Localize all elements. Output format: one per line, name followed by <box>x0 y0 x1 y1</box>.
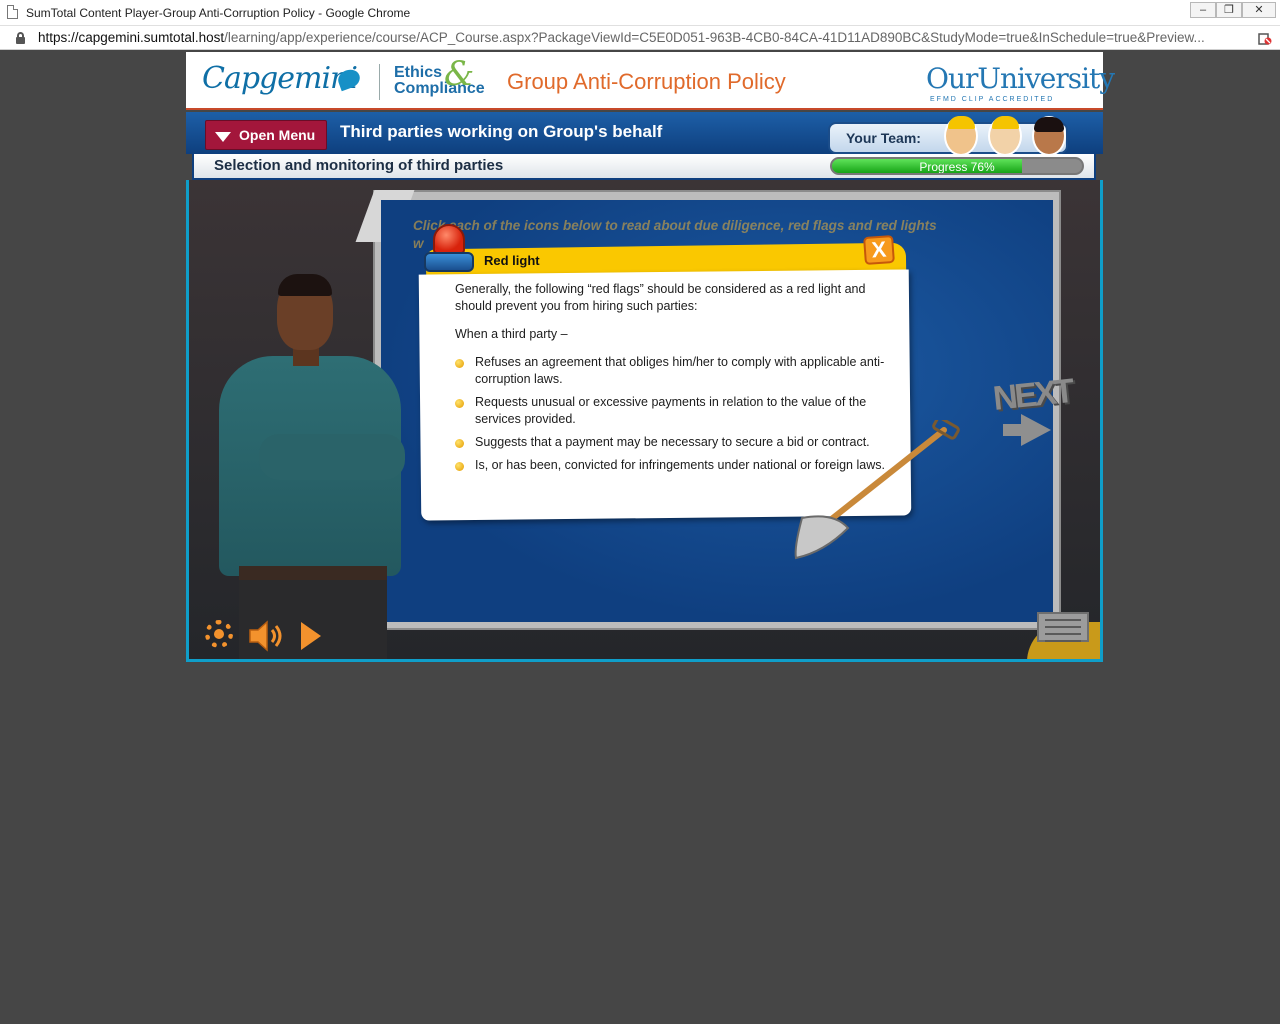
popup-title: Red light <box>484 253 540 268</box>
settings-gear-icon[interactable] <box>205 620 233 648</box>
list-item: Refuses an agreement that obliges him/he… <box>455 354 885 388</box>
board-instruction: Click each of the icons below to read ab… <box>413 218 937 233</box>
open-menu-label: Open Menu <box>239 127 316 143</box>
siren-icon <box>424 224 474 276</box>
course-nav-bar: Open Menu Third parties working on Group… <box>186 112 1103 156</box>
play-icon[interactable] <box>301 622 321 650</box>
url-host: https://capgemini.sumtotal.host <box>38 30 225 45</box>
presenter-arms <box>259 434 405 480</box>
progress-bar: Progress 76% <box>830 157 1084 175</box>
popup-intro: Generally, the following “red flags” sho… <box>455 282 866 313</box>
bullet-icon <box>455 462 464 471</box>
url-path: /learning/app/experience/course/ACP_Cour… <box>224 30 1205 45</box>
next-button[interactable]: NEXT <box>991 372 1073 419</box>
team-member-avatar[interactable] <box>944 116 978 156</box>
address-bar[interactable]: https://capgemini.sumtotal.host/learning… <box>0 26 1280 50</box>
open-menu-button[interactable]: Open Menu <box>205 120 327 150</box>
caret-down-icon <box>215 132 231 142</box>
notes-icon[interactable] <box>1037 612 1089 642</box>
team-member-avatar[interactable] <box>988 116 1022 156</box>
team-member-avatar[interactable] <box>1032 116 1066 156</box>
brand-header: Capgemini Ethics Compliance & Group Anti… <box>186 52 1115 110</box>
popup-lead: When a third party – <box>455 327 568 341</box>
url-text[interactable]: https://capgemini.sumtotal.host/learning… <box>38 30 1205 45</box>
presenter-hair <box>278 274 332 296</box>
popup-close-button[interactable]: X <box>863 234 895 266</box>
capgemini-logo: Capgemini <box>202 61 358 96</box>
subheader-bar: Selection and monitoring of third partie… <box>192 154 1096 180</box>
minimize-button[interactable]: – <box>1190 2 1216 18</box>
your-team-panel: Your Team: <box>828 116 1068 156</box>
next-arrow-head-icon[interactable] <box>1021 414 1051 446</box>
page-subtitle: Selection and monitoring of third partie… <box>214 157 504 174</box>
bullet-icon <box>455 439 464 448</box>
bullet-icon <box>455 399 464 408</box>
shovel-icon <box>794 420 960 560</box>
brand-divider <box>379 64 380 100</box>
lock-icon <box>16 32 25 44</box>
our-university-logo: OurUniversity <box>926 62 1115 95</box>
course-title: Group Anti-Corruption Policy <box>507 69 786 94</box>
blocked-content-icon[interactable] <box>1258 31 1272 45</box>
speaker-icon[interactable] <box>247 620 287 652</box>
bullet-icon <box>455 359 464 368</box>
ampersand-logo: & <box>444 54 475 94</box>
our-university-tagline: EFMD CLIP ACCREDITED <box>930 96 1055 103</box>
document-icon <box>7 5 18 19</box>
restore-button[interactable]: ❐ <box>1216 2 1242 18</box>
window-title: SumTotal Content Player-Group Anti-Corru… <box>26 6 411 20</box>
window-titlebar: SumTotal Content Player-Group Anti-Corru… <box>0 0 1280 26</box>
progress-label: Progress 76% <box>919 160 995 174</box>
your-team-label: Your Team: <box>846 130 921 146</box>
presenter-belt <box>239 566 387 580</box>
close-window-button[interactable]: ✕ <box>1242 2 1276 18</box>
section-title: Third parties working on Group's behalf <box>340 122 663 141</box>
